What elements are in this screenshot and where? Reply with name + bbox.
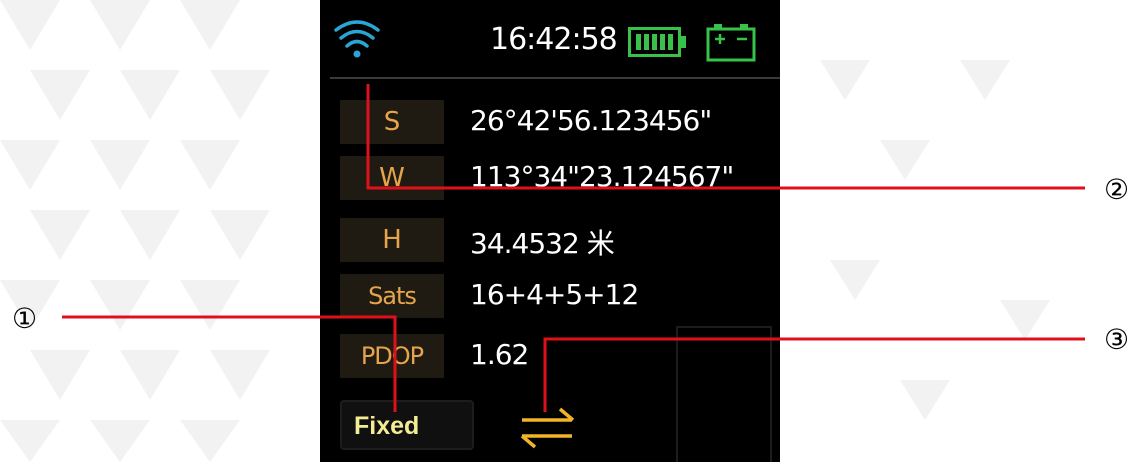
field-value: 26°42'56.123456": [470, 104, 712, 137]
reading-row-satellites: Sats 16+4+5+12: [340, 274, 760, 318]
field-label: Sats: [340, 274, 444, 318]
reading-row-latitude: S 26°42'56.123456": [340, 100, 760, 144]
field-label: PDOP: [340, 334, 444, 378]
wifi-signal-icon: [334, 20, 380, 58]
status-bar: 16:42:58: [320, 0, 780, 79]
field-value: 34.4532 米: [470, 227, 615, 260]
external-power-icon: [706, 24, 756, 62]
fix-status-badge: Fixed: [340, 400, 474, 450]
field-value: 113°34"23.124567": [470, 160, 734, 193]
battery-full-icon: [628, 27, 686, 57]
gnss-device-screen: 16:42:58 S 26°42'56.123456" W 113°34"23.…: [320, 0, 780, 462]
field-label: H: [340, 218, 444, 262]
field-value: 16+4+5+12: [470, 278, 639, 311]
annotation-marker-2: ②: [1104, 173, 1130, 206]
field-label: S: [340, 100, 444, 144]
reading-row-height: H 34.4532 米: [340, 218, 760, 262]
clock-time: 16:42:58: [490, 22, 618, 57]
field-label: W: [340, 156, 444, 200]
side-panel: [676, 326, 772, 462]
annotation-marker-1: ①: [12, 302, 38, 335]
reading-row-longitude: W 113°34"23.124567": [340, 156, 760, 200]
fix-status-text: Fixed: [354, 412, 420, 440]
status-divider: [330, 77, 780, 79]
data-transfer-arrows-icon[interactable]: [516, 404, 580, 452]
annotation-marker-3: ③: [1104, 323, 1130, 356]
field-value: 1.62: [470, 338, 529, 371]
